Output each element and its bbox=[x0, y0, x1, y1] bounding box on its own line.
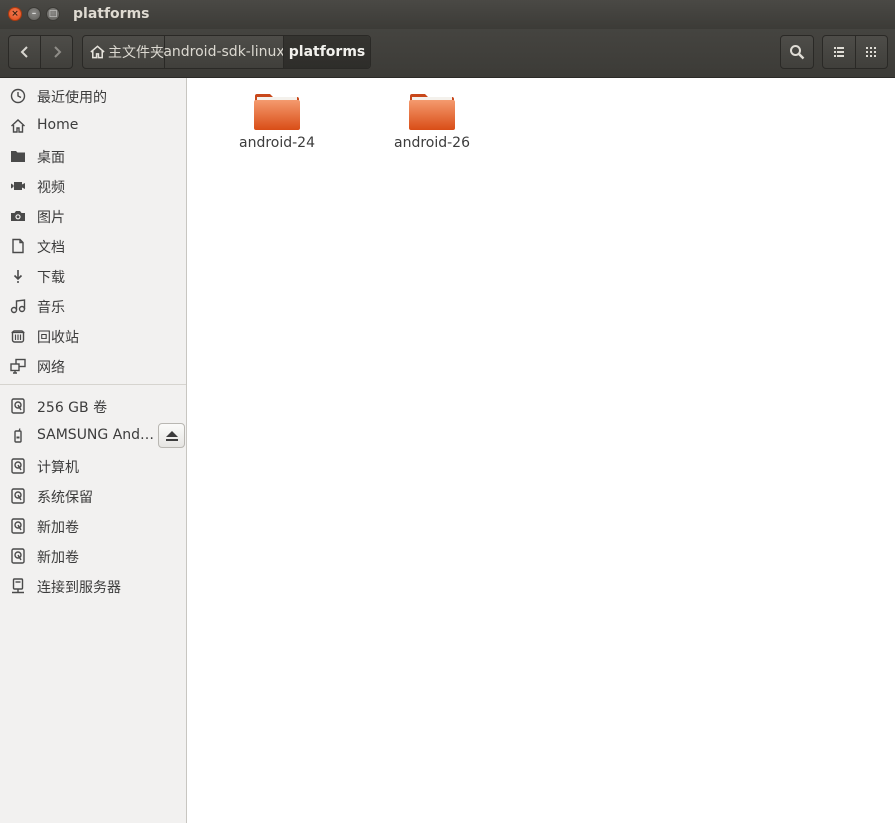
navigation-buttons bbox=[8, 35, 73, 69]
list-view-icon bbox=[833, 47, 844, 57]
download-icon bbox=[13, 270, 23, 283]
sidebar-item-label: SAMSUNG And… bbox=[37, 427, 155, 443]
maximize-icon: □ bbox=[48, 9, 58, 19]
folder-icon bbox=[254, 94, 300, 130]
sidebar-item-label: 新加卷 bbox=[37, 520, 79, 536]
sidebar-item-downloads[interactable]: 下载 bbox=[0, 261, 186, 291]
camera-icon bbox=[11, 211, 25, 221]
clock-icon bbox=[10, 88, 26, 104]
grid-view-icon bbox=[866, 47, 877, 57]
maximize-window-button[interactable]: □ bbox=[46, 7, 60, 21]
minimize-window-button[interactable]: – bbox=[27, 7, 41, 21]
title-bar[interactable]: × – □ platforms bbox=[0, 0, 895, 29]
breadcrumb: 主文件夹 android-sdk-linux platforms bbox=[82, 35, 371, 69]
folder-name: android-24 bbox=[239, 135, 315, 151]
sidebar-item-music[interactable]: 音乐 bbox=[0, 291, 186, 321]
sidebar-item-label: 图片 bbox=[37, 210, 65, 226]
drive-icon bbox=[11, 488, 25, 504]
sidebar-item-new-volume-2[interactable]: 新加卷 bbox=[0, 541, 186, 571]
home-icon bbox=[90, 45, 105, 59]
network-icon bbox=[10, 358, 26, 374]
sidebar-item-label: 计算机 bbox=[37, 460, 79, 476]
sidebar-item-label: 下载 bbox=[37, 270, 65, 286]
sidebar-item-home[interactable]: Home bbox=[0, 111, 186, 141]
minimize-icon: – bbox=[31, 9, 37, 19]
sidebar-item-label: Home bbox=[37, 117, 79, 133]
sidebar-item-system-reserved[interactable]: 系统保留 bbox=[0, 481, 186, 511]
close-window-button[interactable]: × bbox=[8, 7, 22, 21]
sidebar-item-computer[interactable]: 计算机 bbox=[0, 451, 186, 481]
sidebar-item-label: 桌面 bbox=[37, 150, 65, 166]
eject-icon bbox=[165, 430, 178, 441]
sidebar-item-label: 文档 bbox=[37, 240, 65, 256]
search-button[interactable] bbox=[780, 35, 814, 69]
document-icon bbox=[12, 238, 24, 254]
home-icon bbox=[11, 119, 25, 133]
sidebar-divider bbox=[0, 384, 186, 385]
sidebar-item-network[interactable]: 网络 bbox=[0, 351, 186, 381]
sidebar-item-label: 视频 bbox=[37, 180, 65, 196]
sidebar-item-connect-to-server[interactable]: 连接到服务器 bbox=[0, 571, 186, 601]
drive-icon bbox=[11, 398, 25, 414]
trash-icon bbox=[11, 330, 25, 343]
folder-item[interactable]: android-24 bbox=[227, 92, 327, 151]
breadcrumb-platforms[interactable]: platforms bbox=[283, 36, 370, 68]
breadcrumb-home[interactable]: 主文件夹 bbox=[83, 36, 164, 68]
file-view[interactable]: android-24 android-26 bbox=[188, 78, 895, 823]
breadcrumb-android-sdk-linux[interactable]: android-sdk-linux bbox=[163, 36, 285, 68]
sidebar-item-label: 网络 bbox=[37, 360, 65, 376]
list-view-button[interactable] bbox=[823, 36, 855, 68]
sidebar-item-label: 系统保留 bbox=[37, 490, 93, 506]
sidebar-item-videos[interactable]: 视频 bbox=[0, 171, 186, 201]
drive-icon bbox=[11, 518, 25, 534]
eject-button[interactable] bbox=[158, 423, 185, 448]
back-button[interactable] bbox=[9, 36, 40, 68]
drive-icon bbox=[11, 458, 25, 474]
sidebar-item-desktop[interactable]: 桌面 bbox=[0, 141, 186, 171]
file-manager-window: × – □ platforms 主文件夹 android-sdk-linux p… bbox=[0, 0, 895, 823]
sidebar-item-documents[interactable]: 文档 bbox=[0, 231, 186, 261]
drive-icon bbox=[11, 548, 25, 564]
folder-icon bbox=[11, 151, 25, 162]
forward-button[interactable] bbox=[40, 36, 72, 68]
sidebar-item-label: 音乐 bbox=[37, 300, 65, 316]
toolbar: 主文件夹 android-sdk-linux platforms bbox=[0, 29, 895, 78]
search-icon bbox=[790, 45, 805, 60]
chevron-left-icon bbox=[20, 46, 28, 58]
sidebar: 最近使用的 Home 桌面 视频 图片 文档 下载 音乐 回收站 网络 256 … bbox=[0, 78, 187, 823]
sidebar-item-label: 回收站 bbox=[37, 330, 79, 346]
sidebar-item-label: 新加卷 bbox=[37, 550, 79, 566]
window-title: platforms bbox=[73, 6, 150, 22]
close-icon: × bbox=[11, 9, 19, 19]
folder-icon bbox=[409, 94, 455, 130]
grid-view-button[interactable] bbox=[854, 36, 888, 68]
video-icon bbox=[11, 182, 25, 190]
sidebar-item-label: 256 GB 卷 bbox=[37, 400, 108, 416]
sidebar-item-label: 最近使用的 bbox=[37, 90, 107, 106]
breadcrumb-home-label: 主文件夹 bbox=[108, 45, 164, 61]
view-mode-buttons bbox=[822, 35, 888, 69]
music-icon bbox=[10, 299, 26, 314]
sidebar-item-label: 连接到服务器 bbox=[37, 580, 121, 596]
server-icon bbox=[12, 578, 24, 594]
chevron-right-icon bbox=[53, 46, 61, 58]
sidebar-item-new-volume-1[interactable]: 新加卷 bbox=[0, 511, 186, 541]
sidebar-item-recent[interactable]: 最近使用的 bbox=[0, 81, 186, 111]
sidebar-item-trash[interactable]: 回收站 bbox=[0, 321, 186, 351]
folder-name: android-26 bbox=[394, 135, 470, 151]
sidebar-item-volume-256gb[interactable]: 256 GB 卷 bbox=[0, 391, 186, 421]
sidebar-item-pictures[interactable]: 图片 bbox=[0, 201, 186, 231]
phone-icon bbox=[14, 428, 22, 443]
folder-item[interactable]: android-26 bbox=[382, 92, 482, 151]
